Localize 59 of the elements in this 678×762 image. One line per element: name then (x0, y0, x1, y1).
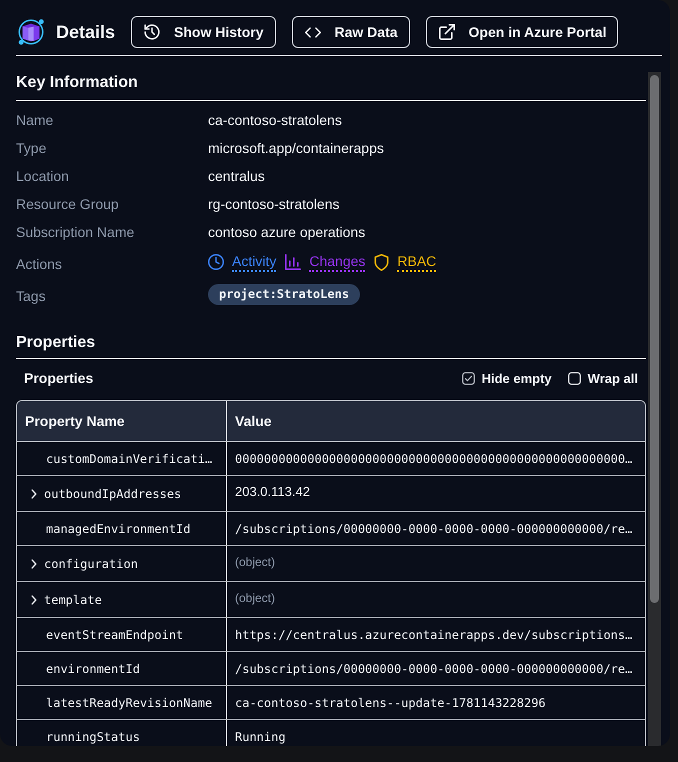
bar-chart-icon (285, 254, 302, 270)
table-title: Properties (24, 370, 94, 386)
section-heading: Properties (16, 332, 646, 359)
field-value: centralus (208, 168, 265, 184)
open-portal-button[interactable]: Open in Azure Portal (426, 16, 618, 48)
property-name-cell: runningStatus (17, 720, 227, 746)
property-name-cell: outboundIpAddresses (17, 476, 227, 512)
property-name-cell: eventStreamEndpoint (17, 618, 227, 652)
activity-link[interactable]: Activity (232, 252, 276, 272)
field-label: Tags (16, 288, 47, 304)
property-value-cell: (object) (227, 546, 645, 582)
property-name-cell: configuration (17, 546, 227, 582)
checkbox-icon[interactable] (568, 372, 581, 384)
code-icon (304, 26, 320, 38)
property-value-cell: /subscriptions/00000000-0000-0000-0000-000000000000/re… (227, 652, 645, 686)
show-history-button[interactable]: Show History (131, 16, 276, 48)
tag-chip: project:StratoLens (208, 284, 360, 305)
column-header[interactable]: Property Name (17, 401, 227, 442)
property-value-cell: 203.0.113.42 (227, 476, 645, 512)
field-label: Actions (16, 256, 63, 272)
external-link-icon (438, 24, 455, 40)
field-value: contoso azure operations (208, 224, 366, 240)
property-value-cell: https://centralus.azurecontainerapps.dev/subscriptions… (227, 618, 645, 652)
property-name-cell: latestReadyRevisionName (17, 686, 227, 720)
option-checkbox[interactable]: Wrap all (568, 370, 638, 386)
history-icon (144, 24, 160, 40)
scrollbar-thumb[interactable] (650, 75, 659, 603)
app-logo-icon (16, 17, 46, 47)
field-label: Resource Group (16, 196, 120, 212)
section-heading: Key Information (16, 72, 646, 101)
property-value-cell: /subscriptions/00000000-0000-0000-0000-000000000000/re… (227, 512, 645, 546)
chevron-right-icon[interactable] (31, 488, 37, 498)
checked-checkbox-icon[interactable] (462, 372, 475, 384)
chevron-right-icon[interactable] (31, 594, 37, 604)
property-name-cell: template (17, 582, 227, 618)
property-value-cell: Running (227, 720, 645, 746)
rbac-link[interactable]: RBAC (397, 252, 436, 272)
field-value: ca-contoso-stratolens (208, 112, 342, 128)
raw-data-button[interactable]: Raw Data (292, 16, 410, 48)
property-name-cell: customDomainVerificati… (17, 442, 227, 476)
shield-icon (374, 254, 390, 270)
option-checkbox[interactable]: Hide empty (462, 370, 552, 386)
column-header[interactable]: Value (227, 401, 645, 442)
property-name-cell: managedEnvironmentId (17, 512, 227, 546)
field-label: Name (16, 112, 54, 128)
property-value-cell: ca-contoso-stratolens--update-1781143228296 (227, 686, 645, 720)
field-label: Location (16, 168, 70, 184)
property-name-cell: environmentId (17, 652, 227, 686)
property-value-cell: (object) (227, 582, 645, 618)
field-label: Subscription Name (16, 224, 136, 240)
clock-icon (208, 254, 224, 270)
chevron-right-icon[interactable] (31, 558, 37, 568)
scrollbar-track[interactable] (648, 72, 661, 746)
panel-title: Details (56, 21, 116, 44)
field-value: rg-contoso-stratolens (208, 196, 340, 212)
property-value-cell: 000000000000000000000000000000000000000000000000000000… (227, 442, 645, 476)
field-value: microsoft.app/containerapps (208, 140, 384, 156)
changes-link[interactable]: Changes (309, 252, 366, 272)
field-label: Type (16, 140, 48, 156)
